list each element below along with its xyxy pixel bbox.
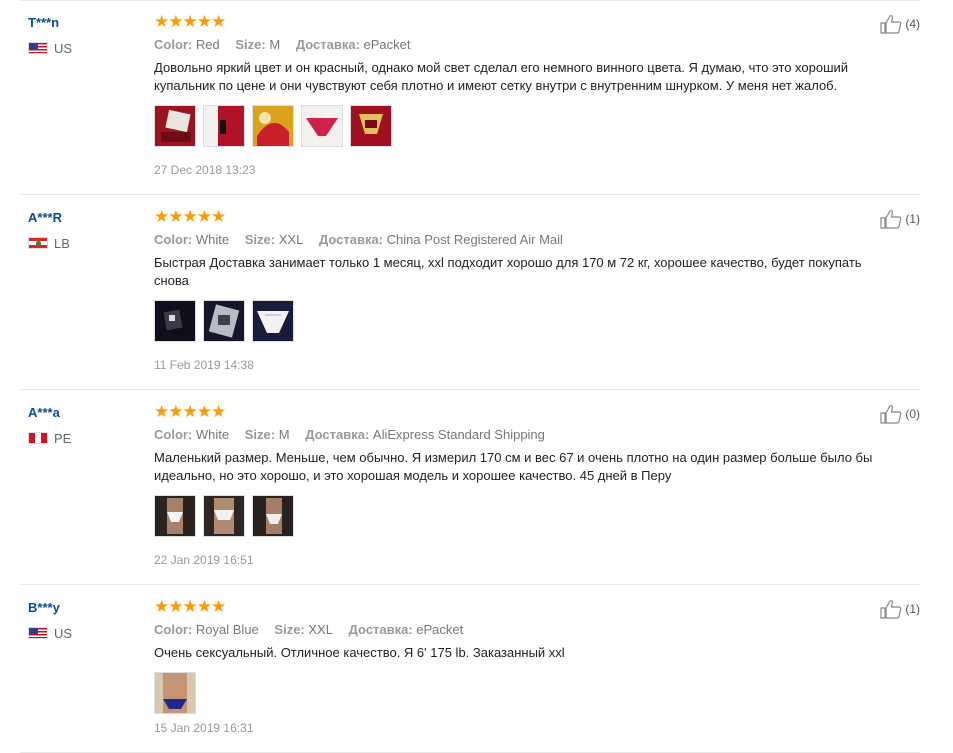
thumbs-up-icon: [880, 600, 902, 619]
helpful-button[interactable]: (1): [880, 599, 920, 619]
star-rating: ★★★★★: [154, 402, 226, 421]
helpful-count: (4): [905, 17, 920, 31]
lebanon-flag-icon: [28, 237, 48, 249]
review-photo[interactable]: [154, 300, 196, 342]
buyer-name[interactable]: A***R: [28, 209, 138, 227]
review-date: 22 Jan 2019 16:51: [154, 553, 254, 567]
review-content: ★★★★★ Color: Royal Blue Size: XXL Достав…: [154, 597, 884, 714]
review-photo[interactable]: [203, 300, 245, 342]
country-code: US: [54, 40, 73, 56]
size-label: Size:: [244, 427, 276, 442]
buyer-name[interactable]: T***n: [28, 14, 138, 32]
order-info: Color: Royal Blue Size: XXL Доставка: eP…: [154, 622, 884, 638]
helpful-button[interactable]: (4): [880, 14, 920, 34]
review-photo[interactable]: [154, 105, 196, 147]
color-value: Royal Blue: [195, 622, 259, 637]
review-photo[interactable]: [252, 300, 294, 342]
thumbs-up-icon: [880, 15, 902, 34]
review-text: Довольно яркий цвет и он красный, однако…: [154, 60, 849, 93]
star-rating: ★★★★★: [154, 597, 226, 616]
review-photos: [154, 300, 884, 342]
review-date: 27 Dec 2018 13:23: [154, 163, 256, 177]
buyer-country: US: [28, 625, 138, 641]
buyer-info: A***R LB: [28, 209, 138, 251]
review-photo[interactable]: [252, 105, 294, 147]
buyer-country: US: [28, 40, 138, 56]
helpful-count: (1): [905, 212, 920, 226]
buyer-name[interactable]: B***y: [28, 599, 138, 617]
thumbs-up-icon: [880, 210, 902, 229]
review-photos: [154, 495, 884, 537]
color-label: Color:: [154, 37, 193, 52]
delivery-label: Доставка:: [318, 232, 384, 247]
color-label: Color:: [154, 622, 193, 637]
order-info: Color: White Size: M Доставка: AliExpres…: [154, 427, 884, 443]
review-photo[interactable]: [301, 105, 343, 147]
delivery-value: ePacket: [416, 622, 464, 637]
review-photos: [154, 672, 884, 714]
delivery-value: ePacket: [363, 37, 411, 52]
review-photo[interactable]: [154, 672, 196, 714]
review-text: Очень сексуальный. Отличное качество. Я …: [154, 645, 565, 660]
size-value: XXL: [278, 232, 304, 247]
helpful-button[interactable]: (1): [880, 209, 920, 229]
peru-flag-icon: [28, 432, 48, 444]
buyer-info: B***y US: [28, 599, 138, 641]
buyer-name[interactable]: A***a: [28, 404, 138, 422]
color-label: Color:: [154, 427, 193, 442]
country-code: PE: [54, 430, 72, 446]
size-value: XXL: [308, 622, 333, 637]
country-code: LB: [54, 235, 70, 251]
review-content: ★★★★★ Color: White Size: M Доставка: Ali…: [154, 402, 884, 537]
delivery-label: Доставка:: [295, 37, 360, 52]
order-info: Color: Red Size: M Доставка: ePacket: [154, 37, 884, 53]
review-photo[interactable]: [154, 495, 196, 537]
us-flag-icon: [28, 42, 48, 54]
review-content: ★★★★★ Color: White Size: XXL Доставка: C…: [154, 207, 884, 342]
color-value: Red: [195, 37, 220, 52]
review-text: Быстрая Доставка занимает только 1 месяц…: [154, 255, 862, 288]
helpful-count: (0): [905, 407, 920, 421]
review-item: A***R LB ★★★★★ Color: White Size: XXL До…: [20, 195, 920, 390]
size-label: Size:: [235, 37, 266, 52]
review-item: T***n US ★★★★★ Color: Red Size: M Достав…: [20, 0, 920, 195]
star-rating: ★★★★★: [154, 207, 226, 226]
review-date: 15 Jan 2019 16:31: [154, 721, 254, 735]
size-label: Size:: [244, 232, 276, 247]
thumbs-up-icon: [880, 405, 902, 424]
buyer-country: LB: [28, 235, 138, 251]
helpful-button[interactable]: (0): [880, 404, 920, 424]
review-text: Маленький размер. Меньше, чем обычно. Я …: [154, 450, 873, 483]
us-flag-icon: [28, 627, 48, 639]
buyer-info: A***a PE: [28, 404, 138, 446]
star-rating: ★★★★★: [154, 12, 226, 31]
country-code: US: [54, 625, 73, 641]
review-item: B***y US ★★★★★ Color: Royal Blue Size: X…: [20, 585, 920, 753]
size-label: Size:: [274, 622, 305, 637]
buyer-country: PE: [28, 430, 138, 446]
review-photos: [154, 105, 884, 147]
review-photo[interactable]: [203, 105, 245, 147]
delivery-label: Доставка:: [305, 427, 370, 442]
size-value: M: [269, 37, 281, 52]
review-date: 11 Feb 2019 14:38: [154, 358, 254, 372]
buyer-info: T***n US: [28, 14, 138, 56]
delivery-label: Доставка:: [348, 622, 413, 637]
review-photo[interactable]: [252, 495, 294, 537]
color-value: White: [195, 427, 230, 442]
delivery-value: China Post Registered Air Mail: [386, 232, 563, 247]
color-label: Color:: [154, 232, 193, 247]
review-item: A***a PE ★★★★★ Color: White Size: M Дост…: [20, 390, 920, 585]
review-content: ★★★★★ Color: Red Size: M Доставка: ePack…: [154, 12, 884, 147]
order-info: Color: White Size: XXL Доставка: China P…: [154, 232, 884, 248]
size-value: M: [278, 427, 290, 442]
review-photo[interactable]: [203, 495, 245, 537]
helpful-count: (1): [905, 602, 920, 616]
color-value: White: [195, 232, 230, 247]
delivery-value: AliExpress Standard Shipping: [372, 427, 545, 442]
review-photo[interactable]: [350, 105, 392, 147]
